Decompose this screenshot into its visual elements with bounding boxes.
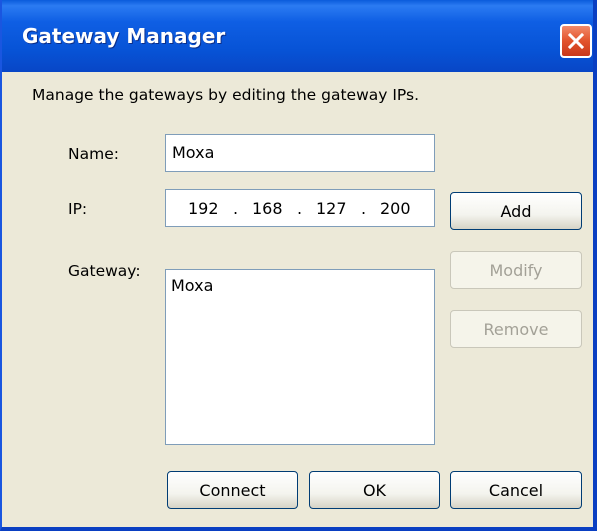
connect-button[interactable]: Connect — [167, 471, 298, 509]
ok-button[interactable]: OK — [309, 471, 440, 509]
cancel-button[interactable]: Cancel — [450, 471, 582, 509]
name-label: Name: — [68, 145, 119, 163]
ip-separator: . — [297, 199, 303, 218]
intro-text: Manage the gateways by editing the gatew… — [32, 86, 419, 104]
window-title: Gateway Manager — [22, 24, 226, 48]
ip-separator: . — [361, 199, 367, 218]
ip-octet-2[interactable]: 168 — [252, 199, 283, 218]
close-icon — [567, 32, 585, 50]
add-button[interactable]: Add — [450, 192, 582, 230]
ip-label: IP: — [68, 200, 88, 218]
list-item[interactable]: Moxa — [171, 276, 429, 295]
ip-octet-1[interactable]: 192 — [188, 199, 219, 218]
remove-button[interactable]: Remove — [450, 310, 582, 348]
ip-separator: . — [233, 199, 239, 218]
ip-address-input[interactable]: 192 . 168 . 127 . 200 — [165, 189, 435, 227]
ip-octet-3[interactable]: 127 — [316, 199, 347, 218]
ip-octet-4[interactable]: 200 — [380, 199, 411, 218]
modify-button[interactable]: Modify — [450, 251, 582, 289]
gateway-manager-window: Gateway Manager Manage the gateways by e… — [0, 0, 597, 531]
gateway-list[interactable]: Moxa — [165, 269, 435, 445]
title-bar[interactable]: Gateway Manager — [2, 0, 593, 72]
name-input[interactable]: Moxa — [165, 134, 435, 172]
gateway-label: Gateway: — [68, 262, 141, 280]
dialog-body: Manage the gateways by editing the gatew… — [2, 72, 593, 527]
close-button[interactable] — [560, 24, 592, 58]
